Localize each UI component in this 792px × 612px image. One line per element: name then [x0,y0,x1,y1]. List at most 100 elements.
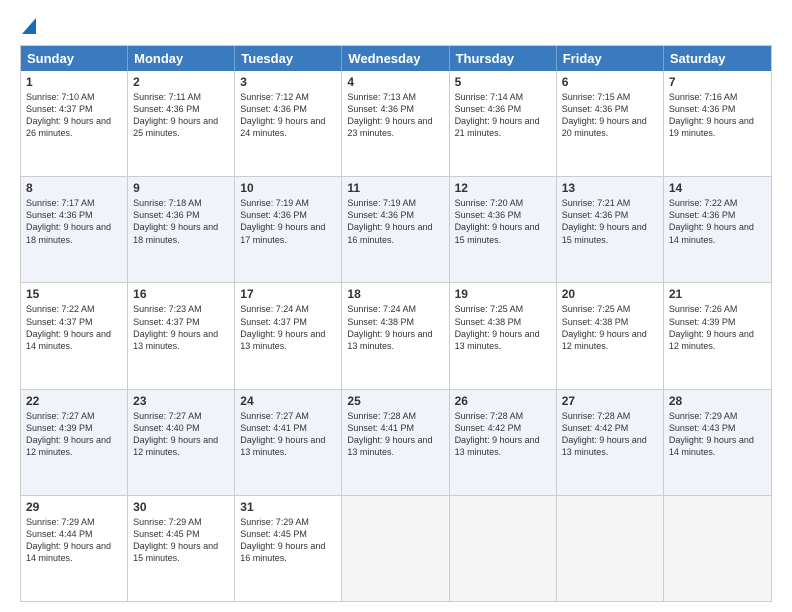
calendar-cell: 7 Sunrise: 7:16 AM Sunset: 4:36 PM Daylig… [664,71,771,176]
day-number: 23 [133,394,229,408]
day-header-friday: Friday [557,46,664,71]
day-number: 25 [347,394,443,408]
day-info: Sunrise: 7:27 AM Sunset: 4:41 PM Dayligh… [240,411,325,457]
calendar-cell [557,496,664,601]
day-number: 2 [133,75,229,89]
logo-triangle-icon [22,18,36,39]
calendar-cell: 10Sunrise: 7:19 AM Sunset: 4:36 PM Dayli… [235,177,342,282]
calendar-cell: 17 Sunrise: 7:24 AM Sunset: 4:37 PM Dayli… [235,283,342,388]
calendar-cell: 16 Sunrise: 7:23 AM Sunset: 4:37 PM Dayli… [128,283,235,388]
day-number: 12 [455,181,551,195]
day-info: Sunrise: 7:27 AM Sunset: 4:40 PM Dayligh… [133,411,218,457]
calendar-cell: 8Sunrise: 7:17 AM Sunset: 4:36 PM Daylig… [21,177,128,282]
day-info: Sunrise: 7:23 AM Sunset: 4:37 PM Dayligh… [133,304,218,350]
calendar-cell [342,496,449,601]
day-header-monday: Monday [128,46,235,71]
day-number: 27 [562,394,658,408]
day-info: Sunrise: 7:20 AM Sunset: 4:36 PM Dayligh… [455,198,540,244]
day-number: 4 [347,75,443,89]
calendar-cell: 22 Sunrise: 7:27 AM Sunset: 4:39 PM Dayli… [21,390,128,495]
day-number: 29 [26,500,122,514]
calendar-row: 15 Sunrise: 7:22 AM Sunset: 4:37 PM Dayli… [21,283,771,389]
day-header-tuesday: Tuesday [235,46,342,71]
day-number: 17 [240,287,336,301]
day-info: Sunrise: 7:22 AM Sunset: 4:36 PM Dayligh… [669,198,754,244]
calendar-cell: 19Sunrise: 7:25 AM Sunset: 4:38 PM Dayli… [450,283,557,388]
header [20,16,772,35]
calendar-cell: 26 Sunrise: 7:28 AM Sunset: 4:42 PM Dayli… [450,390,557,495]
calendar: SundayMondayTuesdayWednesdayThursdayFrid… [20,45,772,602]
day-number: 11 [347,181,443,195]
calendar-cell: 14 Sunrise: 7:22 AM Sunset: 4:36 PM Dayli… [664,177,771,282]
day-info: Sunrise: 7:10 AM Sunset: 4:37 PM Dayligh… [26,92,111,138]
day-number: 15 [26,287,122,301]
day-info: Sunrise: 7:18 AM Sunset: 4:36 PM Dayligh… [133,198,218,244]
day-info: Sunrise: 7:29 AM Sunset: 4:45 PM Dayligh… [133,517,218,563]
day-number: 14 [669,181,766,195]
calendar-cell: 28Sunrise: 7:29 AM Sunset: 4:43 PM Dayli… [664,390,771,495]
calendar-cell: 30 Sunrise: 7:29 AM Sunset: 4:45 PM Dayli… [128,496,235,601]
day-info: Sunrise: 7:12 AM Sunset: 4:36 PM Dayligh… [240,92,325,138]
day-info: Sunrise: 7:22 AM Sunset: 4:37 PM Dayligh… [26,304,111,350]
day-header-saturday: Saturday [664,46,771,71]
day-number: 30 [133,500,229,514]
calendar-cell: 5Sunrise: 7:14 AM Sunset: 4:36 PM Daylig… [450,71,557,176]
day-info: Sunrise: 7:25 AM Sunset: 4:38 PM Dayligh… [455,304,540,350]
calendar-cell: 13 Sunrise: 7:21 AM Sunset: 4:36 PM Dayli… [557,177,664,282]
calendar-cell: 31 Sunrise: 7:29 AM Sunset: 4:45 PM Dayli… [235,496,342,601]
calendar-cell: 27 Sunrise: 7:28 AM Sunset: 4:42 PM Dayli… [557,390,664,495]
calendar-cell: 12 Sunrise: 7:20 AM Sunset: 4:36 PM Dayli… [450,177,557,282]
day-info: Sunrise: 7:29 AM Sunset: 4:44 PM Dayligh… [26,517,111,563]
day-info: Sunrise: 7:29 AM Sunset: 4:43 PM Dayligh… [669,411,754,457]
day-number: 18 [347,287,443,301]
day-number: 21 [669,287,766,301]
day-header-thursday: Thursday [450,46,557,71]
day-info: Sunrise: 7:11 AM Sunset: 4:36 PM Dayligh… [133,92,218,138]
day-number: 9 [133,181,229,195]
day-info: Sunrise: 7:28 AM Sunset: 4:42 PM Dayligh… [562,411,647,457]
calendar-cell [450,496,557,601]
day-info: Sunrise: 7:14 AM Sunset: 4:36 PM Dayligh… [455,92,540,138]
day-number: 31 [240,500,336,514]
day-number: 13 [562,181,658,195]
day-info: Sunrise: 7:28 AM Sunset: 4:42 PM Dayligh… [455,411,540,457]
day-info: Sunrise: 7:17 AM Sunset: 4:36 PM Dayligh… [26,198,111,244]
day-number: 22 [26,394,122,408]
calendar-cell: 21Sunrise: 7:26 AM Sunset: 4:39 PM Dayli… [664,283,771,388]
calendar-row: 22 Sunrise: 7:27 AM Sunset: 4:39 PM Dayli… [21,390,771,496]
logo [20,16,36,35]
day-info: Sunrise: 7:24 AM Sunset: 4:37 PM Dayligh… [240,304,325,350]
day-info: Sunrise: 7:28 AM Sunset: 4:41 PM Dayligh… [347,411,432,457]
calendar-cell: 4 Sunrise: 7:13 AM Sunset: 4:36 PM Daylig… [342,71,449,176]
day-info: Sunrise: 7:13 AM Sunset: 4:36 PM Dayligh… [347,92,432,138]
calendar-cell: 1 Sunrise: 7:10 AM Sunset: 4:37 PM Daylig… [21,71,128,176]
day-info: Sunrise: 7:16 AM Sunset: 4:36 PM Dayligh… [669,92,754,138]
day-info: Sunrise: 7:25 AM Sunset: 4:38 PM Dayligh… [562,304,647,350]
calendar-cell: 25 Sunrise: 7:28 AM Sunset: 4:41 PM Dayli… [342,390,449,495]
calendar-row: 8Sunrise: 7:17 AM Sunset: 4:36 PM Daylig… [21,177,771,283]
calendar-row: 1 Sunrise: 7:10 AM Sunset: 4:37 PM Daylig… [21,71,771,177]
calendar-cell: 3 Sunrise: 7:12 AM Sunset: 4:36 PM Daylig… [235,71,342,176]
day-number: 24 [240,394,336,408]
day-info: Sunrise: 7:29 AM Sunset: 4:45 PM Dayligh… [240,517,325,563]
day-info: Sunrise: 7:21 AM Sunset: 4:36 PM Dayligh… [562,198,647,244]
day-header-wednesday: Wednesday [342,46,449,71]
day-number: 7 [669,75,766,89]
day-info: Sunrise: 7:15 AM Sunset: 4:36 PM Dayligh… [562,92,647,138]
calendar-cell [664,496,771,601]
day-number: 20 [562,287,658,301]
calendar-header: SundayMondayTuesdayWednesdayThursdayFrid… [21,46,771,71]
calendar-row: 29 Sunrise: 7:29 AM Sunset: 4:44 PM Dayli… [21,496,771,601]
calendar-cell: 11 Sunrise: 7:19 AM Sunset: 4:36 PM Dayli… [342,177,449,282]
day-number: 10 [240,181,336,195]
day-number: 1 [26,75,122,89]
calendar-cell: 18Sunrise: 7:24 AM Sunset: 4:38 PM Dayli… [342,283,449,388]
calendar-cell: 6Sunrise: 7:15 AM Sunset: 4:36 PM Daylig… [557,71,664,176]
day-number: 26 [455,394,551,408]
day-number: 3 [240,75,336,89]
calendar-cell: 20 Sunrise: 7:25 AM Sunset: 4:38 PM Dayli… [557,283,664,388]
day-info: Sunrise: 7:19 AM Sunset: 4:36 PM Dayligh… [347,198,432,244]
day-info: Sunrise: 7:27 AM Sunset: 4:39 PM Dayligh… [26,411,111,457]
calendar-cell: 15 Sunrise: 7:22 AM Sunset: 4:37 PM Dayli… [21,283,128,388]
day-number: 16 [133,287,229,301]
